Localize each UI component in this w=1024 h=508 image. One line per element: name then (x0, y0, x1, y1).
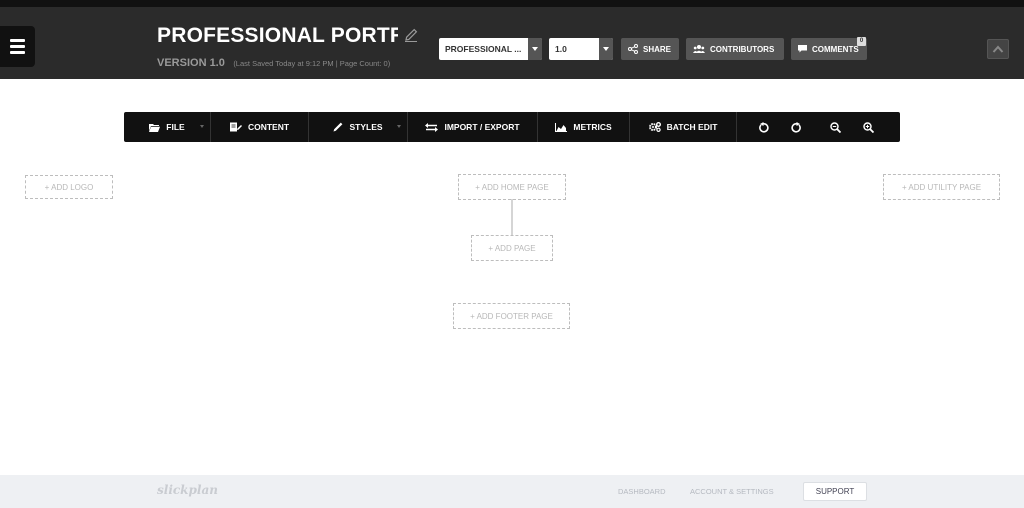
share-button[interactable]: SHARE (621, 38, 679, 60)
styles-menu[interactable]: STYLES (309, 112, 408, 142)
dashboard-link[interactable]: DASHBOARD (618, 487, 666, 496)
share-label: SHARE (643, 44, 672, 54)
project-title[interactable]: PROFESSIONAL PORTFO (157, 24, 398, 48)
zoom-out-icon (830, 121, 841, 133)
file-label: FILE (166, 122, 185, 132)
comments-count-badge: 0 (857, 37, 866, 46)
add-home-page-button[interactable]: + ADD HOME PAGE (458, 174, 566, 200)
import-export-label: IMPORT / EXPORT (444, 122, 520, 132)
add-utility-page-button[interactable]: + ADD UTILITY PAGE (883, 174, 1000, 200)
top-header-bar: PROFESSIONAL PORTFO VERSION 1.0 (Last Sa… (0, 0, 1024, 79)
content-edit-icon (229, 122, 242, 132)
content-menu[interactable]: CONTENT (211, 112, 309, 142)
contributors-label: CONTRIBUTORS (710, 44, 775, 54)
gears-icon (648, 122, 661, 132)
batch-edit-menu[interactable]: BATCH EDIT (630, 112, 737, 142)
undo-icon (759, 121, 769, 133)
batch-edit-label: BATCH EDIT (666, 122, 718, 132)
chevron-up-icon (992, 45, 1004, 53)
add-footer-page-button[interactable]: + ADD FOOTER PAGE (453, 303, 570, 329)
brush-icon (333, 122, 343, 132)
project-title-wrap: PROFESSIONAL PORTFO (157, 24, 419, 48)
hamburger-line (10, 51, 25, 54)
swap-arrows-icon (425, 122, 439, 132)
contributors-button[interactable]: CONTRIBUTORS (686, 38, 784, 60)
redo-icon (791, 121, 801, 133)
redo-button[interactable] (780, 112, 813, 142)
footer-bar: slickplan DASHBOARD ACCOUNT & SETTINGS S… (0, 475, 1024, 508)
hamburger-line (10, 45, 25, 48)
add-logo-button[interactable]: + ADD LOGO (25, 175, 113, 199)
main-toolbar: FILE CONTENT STYLES IMPORT / EXPORT METR… (124, 112, 900, 142)
last-saved-text: (Last Saved Today at 9:12 PM | Page Coun… (233, 59, 391, 68)
comment-icon (798, 45, 807, 53)
hamburger-menu-button[interactable] (0, 26, 35, 67)
version-select-value: 1.0 (555, 44, 567, 54)
version-info: VERSION 1.0 (Last Saved Today at 9:12 PM… (157, 53, 390, 71)
zoom-in-icon (863, 121, 874, 133)
chevron-down-icon (599, 38, 613, 60)
version-select[interactable]: 1.0 (549, 38, 613, 60)
zoom-out-button[interactable] (819, 112, 852, 142)
add-page-button[interactable]: + ADD PAGE (471, 235, 553, 261)
styles-label: STYLES (349, 122, 383, 132)
comments-label: COMMENTS (812, 44, 859, 54)
support-button[interactable]: SUPPORT (803, 482, 867, 501)
version-label: VERSION 1.0 (157, 57, 225, 69)
collapse-header-button[interactable] (987, 39, 1009, 59)
tree-connector-line (511, 199, 513, 235)
caret-down-icon (397, 125, 401, 128)
pencil-edit-icon[interactable] (403, 27, 419, 43)
file-menu[interactable]: FILE (124, 112, 211, 142)
hamburger-line (10, 39, 25, 42)
undo-button[interactable] (747, 112, 780, 142)
import-export-menu[interactable]: IMPORT / EXPORT (408, 112, 538, 142)
caret-down-icon (200, 125, 204, 128)
area-chart-icon (555, 122, 568, 132)
metrics-label: METRICS (573, 122, 612, 132)
slickplan-logo: slickplan (157, 483, 218, 497)
project-select-value: PROFESSIONAL ... (445, 44, 522, 54)
folder-icon (149, 123, 161, 132)
content-label: CONTENT (247, 122, 290, 132)
account-settings-link[interactable]: ACCOUNT & SETTINGS (690, 487, 774, 496)
share-icon (628, 44, 638, 54)
comments-button[interactable]: COMMENTS 0 (791, 37, 867, 60)
project-select[interactable]: PROFESSIONAL ... (439, 38, 542, 60)
metrics-menu[interactable]: METRICS (538, 112, 630, 142)
zoom-in-button[interactable] (852, 112, 885, 142)
users-icon (693, 45, 705, 53)
chevron-down-icon (528, 38, 542, 60)
